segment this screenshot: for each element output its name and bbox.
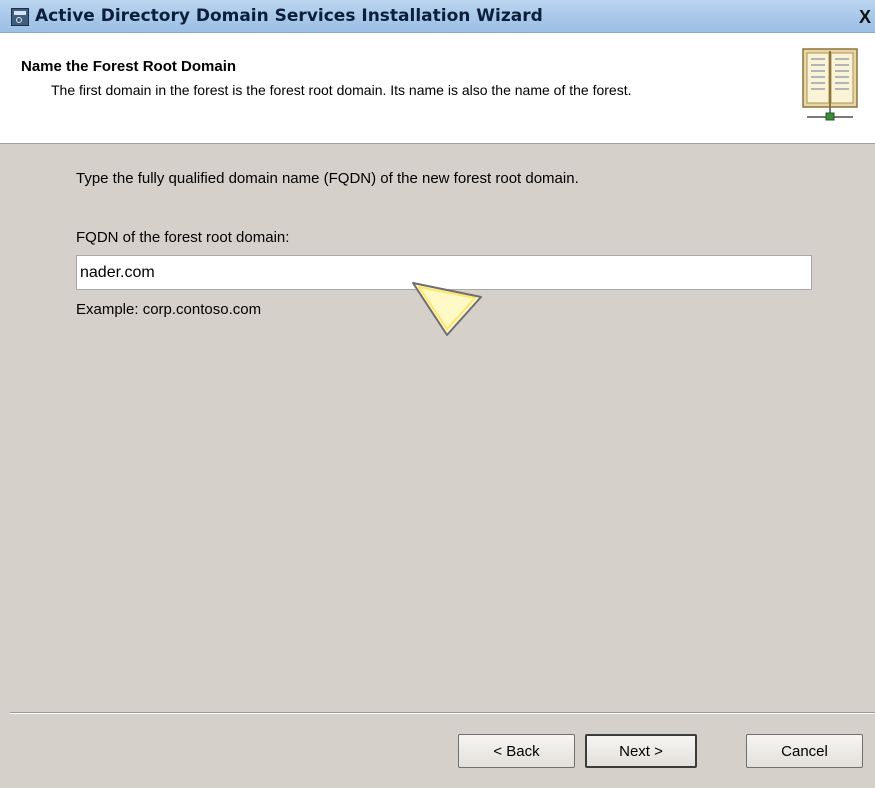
cancel-button[interactable]: Cancel xyxy=(746,734,863,768)
title-bar: Active Directory Domain Services Install… xyxy=(0,0,875,33)
close-button[interactable]: X xyxy=(855,6,875,28)
wizard-header: Name the Forest Root Domain The first do… xyxy=(0,33,875,144)
page-title: Name the Forest Root Domain xyxy=(21,58,237,75)
callout-pointer-icon xyxy=(412,282,482,336)
example-text: Example: corp.contoso.com xyxy=(76,301,262,318)
next-button[interactable]: Next > xyxy=(585,734,697,768)
instruction-text: Type the fully qualified domain name (FQ… xyxy=(76,170,579,187)
window-title: Active Directory Domain Services Install… xyxy=(35,6,543,26)
wizard-app-icon xyxy=(11,8,29,26)
book-icon xyxy=(802,48,858,121)
back-button[interactable]: < Back xyxy=(458,734,575,768)
wizard-content: Type the fully qualified domain name (FQ… xyxy=(0,144,875,712)
wizard-footer: < Back Next > Cancel xyxy=(0,714,875,788)
page-description: The first domain in the forest is the fo… xyxy=(51,82,632,98)
fqdn-label: FQDN of the forest root domain: xyxy=(76,229,290,246)
